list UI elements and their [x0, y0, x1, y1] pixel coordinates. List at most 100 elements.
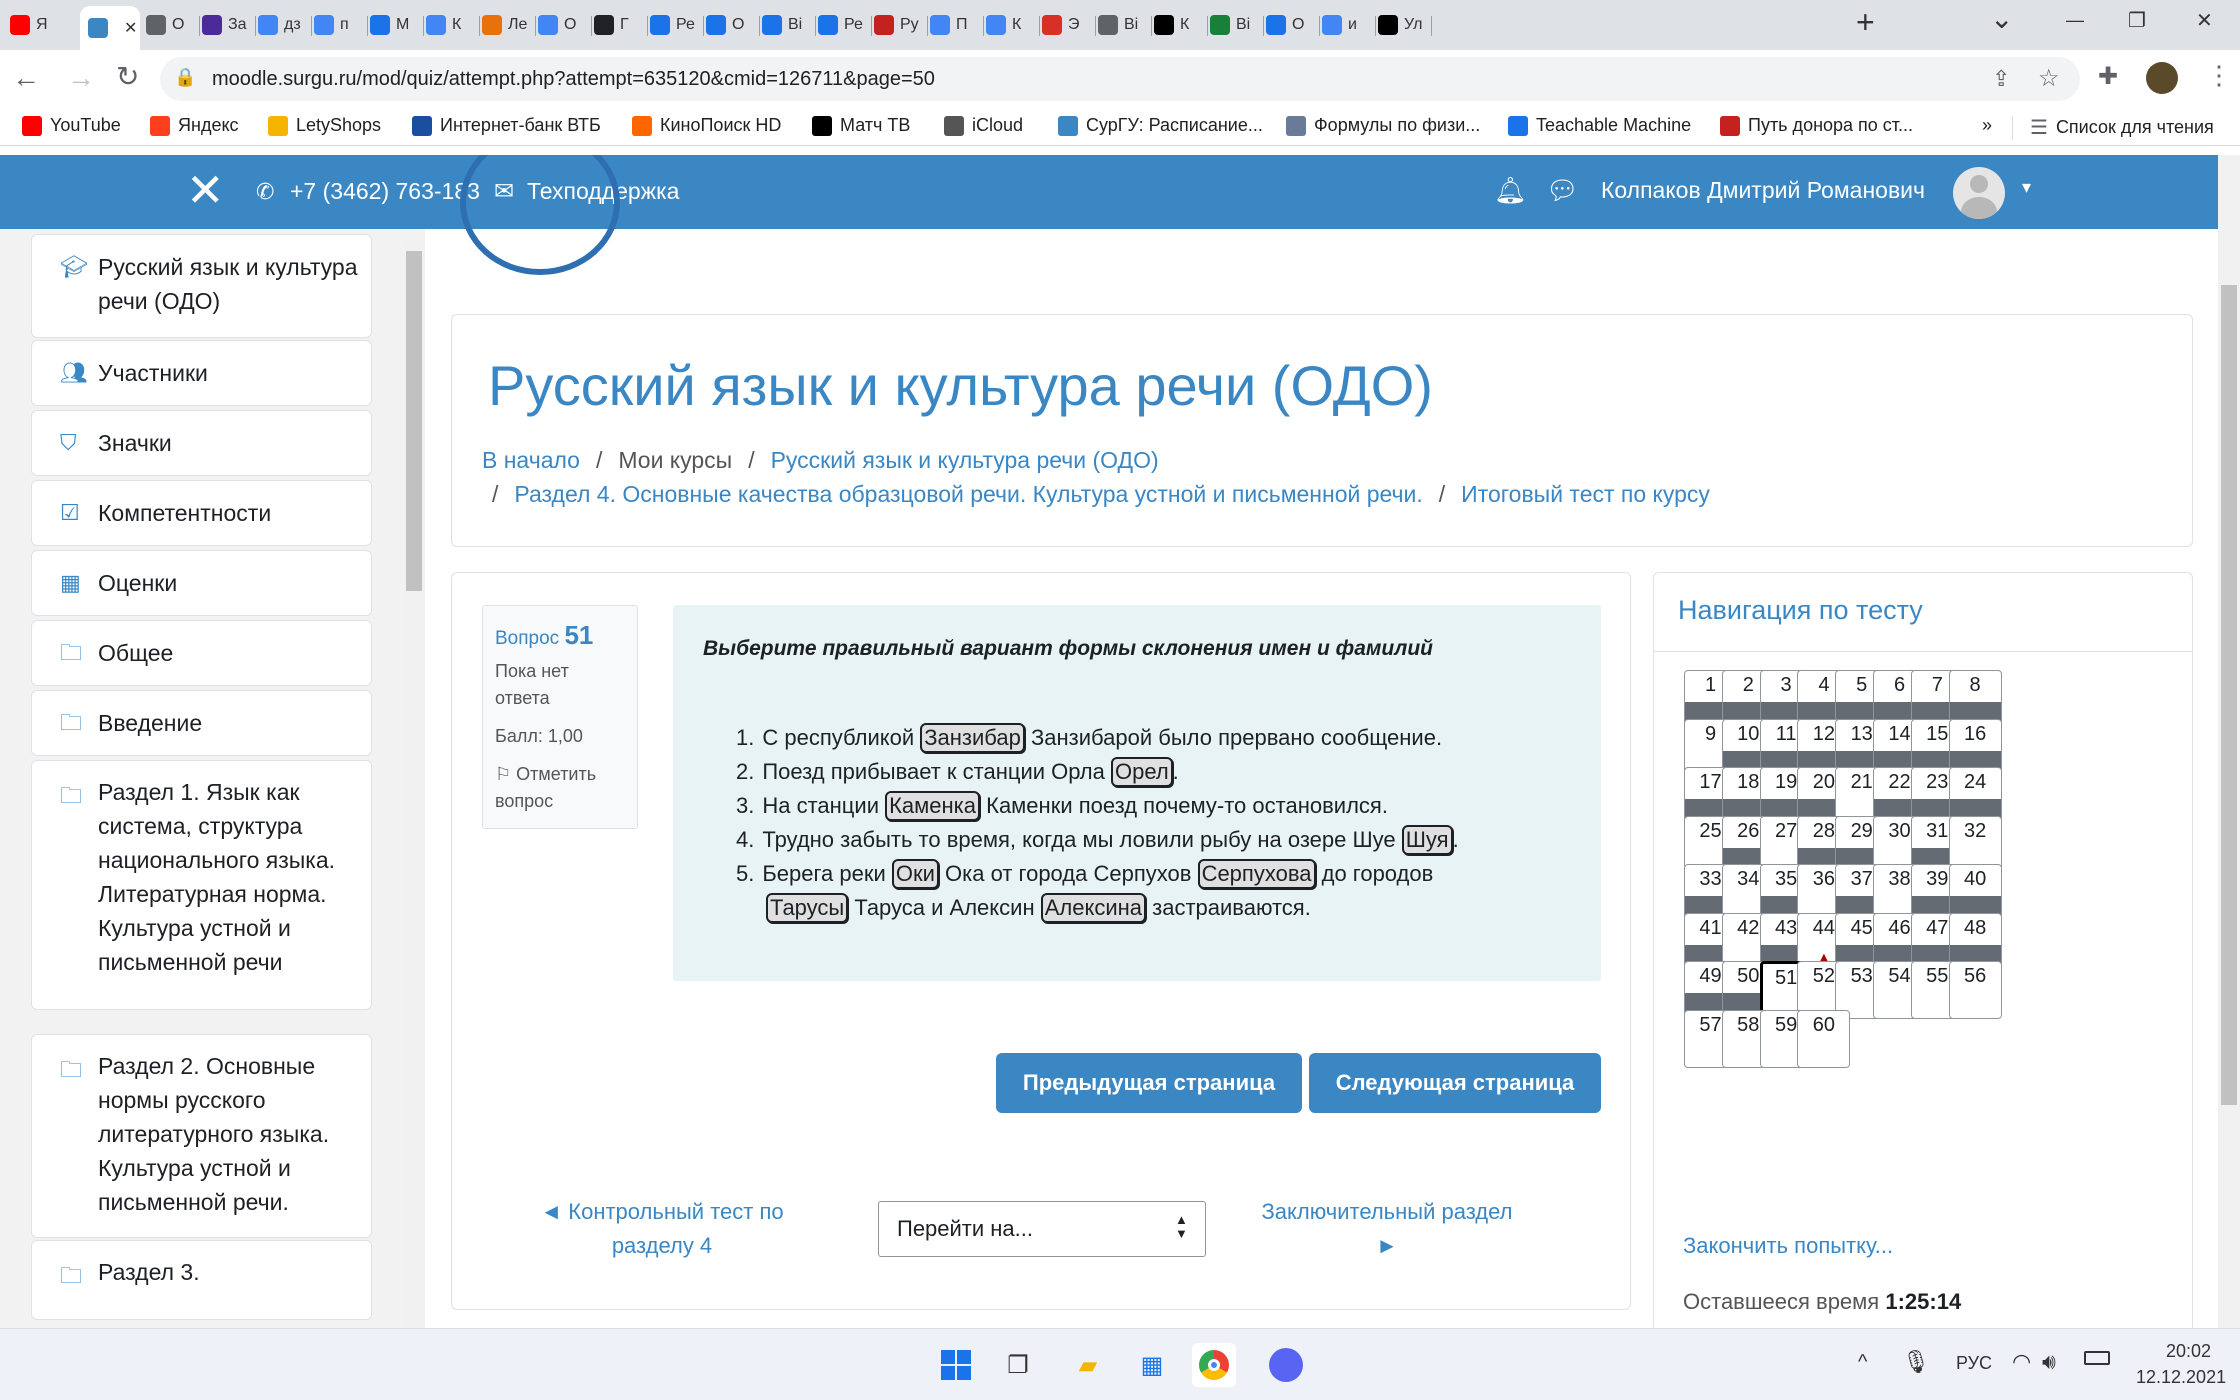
- browser-tab[interactable]: За: [202, 7, 252, 43]
- browser-tab[interactable]: О: [1266, 7, 1316, 43]
- drawer-item[interactable]: 🗀 Раздел 3.: [31, 1240, 372, 1320]
- browser-tab[interactable]: О: [146, 7, 196, 43]
- user-avatar[interactable]: [1953, 167, 2005, 219]
- browser-tab[interactable]: и: [1322, 7, 1372, 43]
- page-scrollbar[interactable]: [2218, 155, 2240, 1328]
- answer-option[interactable]: Тарусы: [766, 893, 849, 923]
- task-view-icon[interactable]: ❐: [996, 1343, 1040, 1387]
- maximize-icon[interactable]: ❐: [2128, 8, 2146, 33]
- tray-chevron-icon[interactable]: ^: [1858, 1351, 1867, 1374]
- browser-tab[interactable]: Ру: [874, 7, 924, 43]
- bookmark-item[interactable]: YouTube: [22, 115, 121, 136]
- browser-tab[interactable]: П: [930, 7, 980, 43]
- drawer-item[interactable]: ⛉ Значки: [31, 410, 372, 476]
- breadcrumb-item[interactable]: Итоговый тест по курсу: [1461, 481, 1710, 507]
- bookmark-item[interactable]: Интернет-банк ВТБ: [412, 115, 601, 136]
- bookmark-item[interactable]: Путь донора по ст...: [1720, 115, 1913, 136]
- bookmark-item[interactable]: СурГУ: Расписание...: [1058, 115, 1263, 136]
- drawer-item[interactable]: 🗀 Раздел 2. Основные нормы русского литер…: [31, 1034, 372, 1238]
- browser-tab[interactable]: О: [706, 7, 756, 43]
- language-indicator[interactable]: РУС: [1956, 1353, 1992, 1374]
- next-activity-link[interactable]: Заключительный раздел ►: [1252, 1195, 1522, 1263]
- jump-to-select[interactable]: Перейти на... ▲ ▼: [878, 1201, 1206, 1257]
- browser-tab[interactable]: п: [314, 7, 364, 43]
- browser-tab[interactable]: ✕: [80, 6, 140, 50]
- battery-icon[interactable]: [2084, 1351, 2110, 1365]
- answer-option[interactable]: Оки: [891, 859, 939, 889]
- previous-activity-link[interactable]: ◄ Контрольный тест по разделу 4: [522, 1195, 802, 1263]
- browser-tab[interactable]: Ре: [818, 7, 868, 43]
- browser-tab[interactable]: Э: [1042, 7, 1092, 43]
- finish-attempt-link[interactable]: Закончить попытку...: [1683, 1233, 1893, 1259]
- breadcrumb-item[interactable]: Раздел 4. Основные качества образцовой р…: [514, 481, 1422, 507]
- reload-icon[interactable]: ↻: [116, 60, 139, 93]
- browser-tab[interactable]: Ре: [650, 7, 700, 43]
- share-icon[interactable]: ⇪: [1992, 66, 2010, 92]
- browser-tab[interactable]: К: [426, 7, 476, 43]
- bookmark-item[interactable]: Формулы по физи...: [1286, 115, 1480, 136]
- volume-icon[interactable]: 🔊︎: [2042, 1349, 2056, 1375]
- drawer-item[interactable]: ▦ Оценки: [31, 550, 372, 616]
- answer-option[interactable]: Серпухова: [1197, 859, 1316, 889]
- bookmarks-overflow[interactable]: »: [1982, 115, 1992, 136]
- user-menu-caret-icon[interactable]: ▾: [2022, 177, 2031, 198]
- drawer-item[interactable]: 🗀 Введение: [31, 690, 372, 756]
- browser-tab[interactable]: Ул: [1378, 7, 1428, 43]
- browser-tab[interactable]: К: [1154, 7, 1204, 43]
- extensions-icon[interactable]: ✚: [2098, 62, 2118, 91]
- browser-tab[interactable]: М: [370, 7, 420, 43]
- phone-number[interactable]: +7 (3462) 763-183: [290, 178, 480, 205]
- browser-tab[interactable]: Ві: [1210, 7, 1260, 43]
- browser-tab[interactable]: Г: [594, 7, 644, 43]
- browser-tab[interactable]: Я: [10, 7, 74, 43]
- bookmark-item[interactable]: Яндекс: [150, 115, 239, 136]
- drawer-item[interactable]: ☑ Компетентности: [31, 480, 372, 546]
- browser-tab[interactable]: Ві: [1098, 7, 1148, 43]
- browser-tab[interactable]: К: [986, 7, 1036, 43]
- breadcrumb-item[interactable]: Русский язык и культура речи (ОДО): [771, 447, 1159, 473]
- answer-option[interactable]: Орел: [1110, 757, 1173, 787]
- bookmark-item[interactable]: КиноПоиск HD: [632, 115, 781, 136]
- minimize-icon[interactable]: —: [2066, 10, 2084, 31]
- quiz-nav-button[interactable]: 60: [1797, 1009, 1851, 1068]
- wifi-icon[interactable]: ◠: [2012, 1349, 2031, 1375]
- breadcrumb-item[interactable]: В начало: [482, 447, 580, 473]
- bell-icon[interactable]: 🔔︎: [1494, 175, 1527, 206]
- answer-option[interactable]: Каменка: [885, 791, 981, 821]
- messages-icon[interactable]: 💬︎: [1546, 175, 1579, 206]
- microphone-icon[interactable]: 🎙︎: [1902, 1349, 1930, 1375]
- quiz-nav-button[interactable]: 56: [1948, 961, 2002, 1019]
- close-drawer-icon[interactable]: ✕: [186, 165, 225, 215]
- bookmark-item[interactable]: Матч ТВ: [812, 115, 910, 136]
- chrome-icon[interactable]: [1192, 1343, 1236, 1387]
- forward-icon[interactable]: →: [67, 62, 95, 94]
- browser-tab[interactable]: Ле: [482, 7, 532, 43]
- bookmark-item[interactable]: iCloud: [944, 115, 1023, 136]
- previous-page-button[interactable]: Предыдущая страница: [996, 1053, 1302, 1113]
- address-bar[interactable]: 🔒 moodle.surgu.ru/mod/quiz/attempt.php?a…: [160, 57, 2080, 101]
- back-icon[interactable]: ←: [12, 62, 40, 94]
- answer-option[interactable]: Алексина: [1040, 893, 1147, 923]
- drawer-item[interactable]: 👥︎ Участники: [31, 340, 372, 406]
- tab-search-icon[interactable]: ⌄: [1990, 2, 2013, 35]
- menu-icon[interactable]: ⋮: [2206, 60, 2232, 91]
- browser-tab[interactable]: О: [538, 7, 588, 43]
- profile-avatar[interactable]: [2146, 62, 2178, 94]
- tab-close-icon[interactable]: ✕: [124, 18, 137, 38]
- close-window-icon[interactable]: ✕: [2196, 8, 2213, 33]
- bookmark-item[interactable]: Teachable Machine: [1508, 115, 1691, 136]
- next-page-button[interactable]: Следующая страница: [1309, 1053, 1601, 1113]
- browser-tab[interactable]: дз: [258, 7, 308, 43]
- answer-option[interactable]: Шуя: [1401, 825, 1453, 855]
- drawer-item[interactable]: 🗀 Раздел 1. Язык как система, структура н…: [31, 760, 372, 1010]
- store-icon[interactable]: ▦: [1130, 1343, 1174, 1387]
- drawer-item[interactable]: 🗀 Общее: [31, 620, 372, 686]
- bookmark-item[interactable]: LetyShops: [268, 115, 381, 136]
- reading-list[interactable]: ☰ Список для чтения: [2030, 115, 2214, 140]
- drawer-item[interactable]: 🎓︎ Русский язык и культура речи (ОДО): [31, 234, 372, 338]
- discord-icon[interactable]: [1264, 1343, 1308, 1387]
- flag-question-link[interactable]: ⚐ Отметить вопрос: [495, 761, 625, 815]
- windows-start-icon[interactable]: [934, 1343, 978, 1387]
- browser-tab[interactable]: Ві: [762, 7, 812, 43]
- answer-option[interactable]: Занзибар: [920, 723, 1025, 753]
